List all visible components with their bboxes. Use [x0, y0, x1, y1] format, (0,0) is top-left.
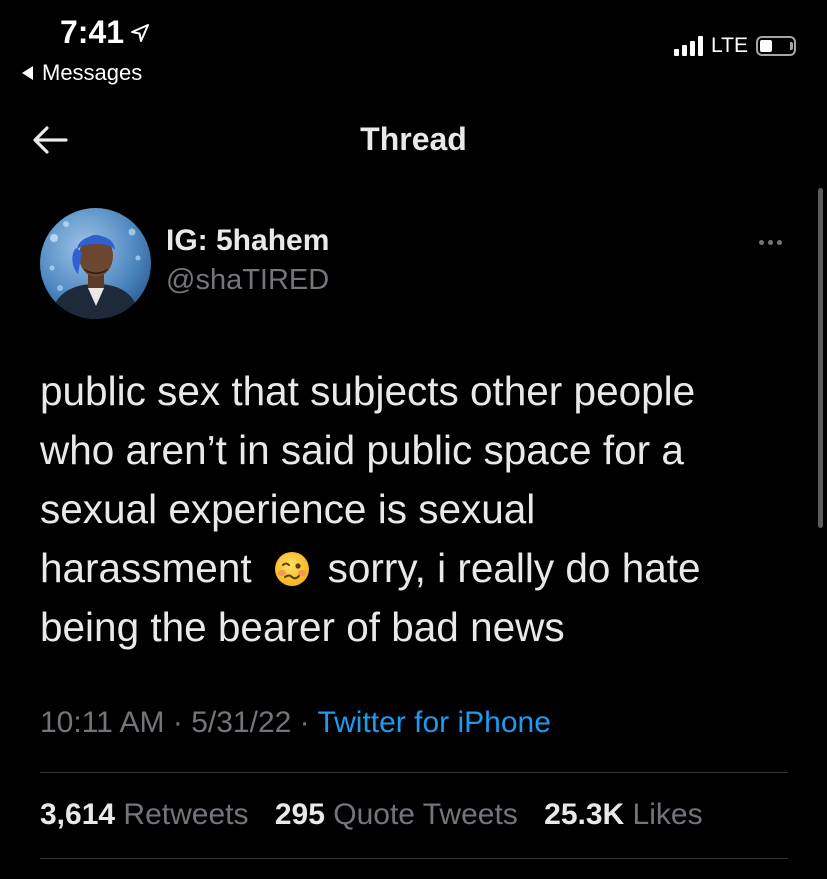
location-arrow-icon — [131, 23, 150, 42]
battery-icon — [756, 36, 796, 56]
quote-tweets-count: 295 — [274, 798, 325, 831]
tweet-meta: 10:11 AM · 5/31/22 · Twitter for iPhone — [40, 706, 551, 740]
meta-separator: · — [299, 706, 310, 739]
tweet-text-line: being the bearer of bad news — [40, 604, 565, 650]
likes-count: 25.3K — [544, 798, 625, 831]
more-options-button[interactable] — [750, 228, 790, 256]
tweet-text: public sex that subjects other people wh… — [40, 362, 800, 657]
more-dot-icon — [767, 239, 773, 245]
back-to-messages[interactable]: Messages — [22, 60, 142, 86]
woozy-face-emoji-icon — [274, 552, 309, 586]
tweet-date: 5/31/22 — [191, 706, 292, 739]
scrollbar[interactable] — [818, 188, 823, 528]
back-triangle-icon — [22, 66, 33, 80]
tweet-text-segment: harassment — [40, 545, 252, 591]
page-title: Thread — [360, 121, 467, 157]
status-indicators: LTE — [674, 34, 796, 58]
retweets-count: 3,614 — [40, 798, 116, 831]
tweet-text-line-with-emoji: harassment sorry, i really do hate — [40, 539, 800, 598]
author-handle[interactable]: @shaTIRED — [166, 264, 329, 297]
tweet-text-line: public sex that subjects other people — [40, 368, 696, 414]
retweets-stat[interactable]: 3,614 Retweets — [40, 798, 257, 831]
author-display-name[interactable]: IG: 5hahem — [166, 224, 329, 258]
tweet-source-link[interactable]: Twitter for iPhone — [317, 706, 550, 739]
divider — [40, 772, 788, 773]
tweet-stats: 3,614 Retweets 295 Quote Tweets 25.3K Li… — [40, 798, 721, 832]
retweets-label: Retweets — [123, 798, 249, 831]
more-dot-icon — [776, 239, 782, 245]
cellular-signal-icon — [674, 36, 704, 56]
back-to-messages-label: Messages — [42, 60, 143, 85]
network-type: LTE — [711, 34, 748, 57]
quote-tweets-label: Quote Tweets — [333, 798, 518, 831]
status-time-text: 7:41 — [60, 14, 125, 50]
divider — [40, 858, 788, 859]
tweet-time: 10:11 AM — [40, 706, 165, 739]
meta-separator: · — [172, 706, 183, 739]
tweet-text-line: who aren’t in said public space for a — [40, 427, 684, 473]
tweet-text-segment: sorry, i really do hate — [327, 545, 701, 591]
likes-stat[interactable]: 25.3K Likes — [544, 798, 702, 831]
thread-header: Thread — [0, 108, 827, 170]
avatar[interactable] — [40, 208, 151, 319]
quote-tweets-stat[interactable]: 295 Quote Tweets — [275, 798, 526, 831]
likes-label: Likes — [632, 798, 703, 831]
avatar-photo — [40, 208, 151, 319]
status-time: 7:41 — [60, 14, 150, 51]
more-dot-icon — [758, 239, 764, 245]
tweet-text-line: sexual experience is sexual — [40, 486, 536, 532]
